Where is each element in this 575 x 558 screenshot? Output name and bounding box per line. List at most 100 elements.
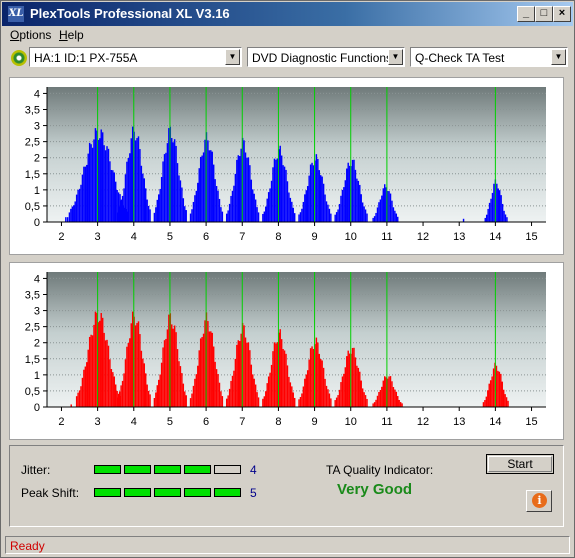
- histogram-bar: [291, 201, 293, 222]
- histogram-bar: [500, 373, 502, 407]
- info-button[interactable]: i: [526, 490, 552, 512]
- histogram-bar: [140, 165, 143, 222]
- histogram-bar: [335, 397, 338, 407]
- histogram-bar: [309, 348, 312, 407]
- histogram-bar: [114, 384, 117, 407]
- histogram-bar: [330, 398, 332, 407]
- histogram-bar: [265, 206, 267, 222]
- histogram-bar: [394, 210, 396, 222]
- histogram-bar: [217, 190, 219, 222]
- histogram-bar: [146, 384, 148, 407]
- histogram-bar: [301, 208, 303, 222]
- histogram-bar: [503, 210, 505, 222]
- histogram-bar: [346, 168, 348, 222]
- histogram-bar: [335, 212, 338, 222]
- histogram-bar: [118, 391, 121, 407]
- histogram-bar: [137, 136, 140, 222]
- y-tick-label: 3: [34, 306, 40, 318]
- histogram-bar: [392, 207, 395, 222]
- histogram-bar: [378, 202, 380, 222]
- histogram-bar: [195, 190, 198, 222]
- maximize-button[interactable]: □: [535, 6, 553, 22]
- x-tick-label: 13: [453, 231, 465, 243]
- x-tick-label: 8: [275, 416, 281, 428]
- histogram-bar: [272, 351, 274, 407]
- histogram-bar: [204, 139, 206, 222]
- histogram-bar: [80, 386, 82, 407]
- histogram-bar: [144, 188, 147, 222]
- histogram-bar: [159, 188, 161, 222]
- histogram-bar: [227, 210, 229, 222]
- histogram-bar: [113, 172, 115, 222]
- drive-select[interactable]: HA:1 ID:1 PX-755A ▼: [29, 47, 242, 67]
- histogram-bar: [199, 156, 202, 222]
- histogram-bar: [361, 202, 364, 222]
- histogram-bar: [266, 383, 268, 407]
- histogram-bar: [86, 362, 88, 407]
- histogram-bar: [166, 143, 169, 222]
- histogram-bar: [83, 369, 85, 407]
- histogram-bar: [391, 381, 393, 407]
- menu-options[interactable]: Options: [10, 28, 51, 42]
- histogram-bar: [80, 184, 82, 222]
- histogram-bar: [357, 367, 360, 407]
- chevron-down-icon[interactable]: ▼: [388, 49, 403, 65]
- histogram-bar: [401, 403, 403, 407]
- histogram-bar: [269, 188, 271, 222]
- histogram-bar: [109, 161, 111, 222]
- histogram-bar: [244, 337, 247, 407]
- histogram-bar: [505, 397, 508, 407]
- x-tick-label: 14: [489, 231, 501, 243]
- histogram-bar: [74, 201, 76, 222]
- histogram-bar: [182, 383, 185, 407]
- histogram-bar: [75, 194, 78, 222]
- histogram-bar: [153, 212, 156, 222]
- minimize-button[interactable]: _: [517, 6, 535, 22]
- histogram-bar: [269, 372, 271, 407]
- histogram-bar: [214, 179, 216, 222]
- status-bar: Ready: [5, 536, 570, 554]
- histogram-bar: [194, 195, 196, 222]
- histogram-bar: [394, 389, 396, 407]
- histogram-bar: [220, 207, 222, 222]
- histogram-bar: [253, 378, 255, 407]
- histogram-bar: [298, 399, 300, 407]
- histogram-bar: [221, 211, 224, 222]
- histogram-bar: [172, 328, 174, 407]
- histogram-bar: [276, 158, 279, 222]
- histogram-bar: [504, 214, 507, 222]
- histogram-bar: [155, 392, 157, 407]
- function-select[interactable]: DVD Diagnostic Functions ▼: [247, 47, 405, 67]
- chevron-down-icon[interactable]: ▼: [551, 49, 566, 65]
- histogram-bar: [375, 212, 377, 222]
- chevron-down-icon[interactable]: ▼: [225, 49, 240, 65]
- histogram-bar: [147, 390, 150, 407]
- histogram-bar: [230, 380, 232, 407]
- histogram-bar: [171, 138, 173, 222]
- histogram-bar: [306, 186, 309, 222]
- start-button[interactable]: Start: [486, 454, 554, 474]
- x-tick-label: 15: [525, 416, 537, 428]
- histogram-bar: [373, 216, 376, 222]
- test-select[interactable]: Q-Check TA Test ▼: [410, 47, 568, 67]
- menu-help[interactable]: Help: [59, 28, 84, 42]
- histogram-bar: [130, 138, 132, 222]
- histogram-bar: [234, 358, 237, 407]
- y-tick-label: 0: [34, 217, 40, 229]
- histogram-bar: [330, 213, 332, 222]
- histogram-bar: [322, 183, 325, 222]
- histogram-bar: [347, 162, 349, 222]
- histogram-bar: [361, 388, 364, 407]
- histogram-bar: [498, 371, 501, 407]
- title-bar[interactable]: XL PlexTools Professional XL V3.16 _ □ ×: [2, 2, 573, 26]
- y-tick-label: 2,5: [25, 137, 40, 149]
- histogram-bar: [230, 195, 232, 222]
- histogram-bar: [262, 213, 264, 222]
- histogram-bar: [357, 180, 360, 222]
- histogram-bar: [272, 167, 274, 222]
- histogram-bar: [137, 321, 140, 407]
- x-tick-label: 2: [58, 231, 64, 243]
- histogram-bar: [256, 392, 258, 407]
- close-button[interactable]: ×: [553, 6, 571, 22]
- histogram-bar: [343, 187, 345, 222]
